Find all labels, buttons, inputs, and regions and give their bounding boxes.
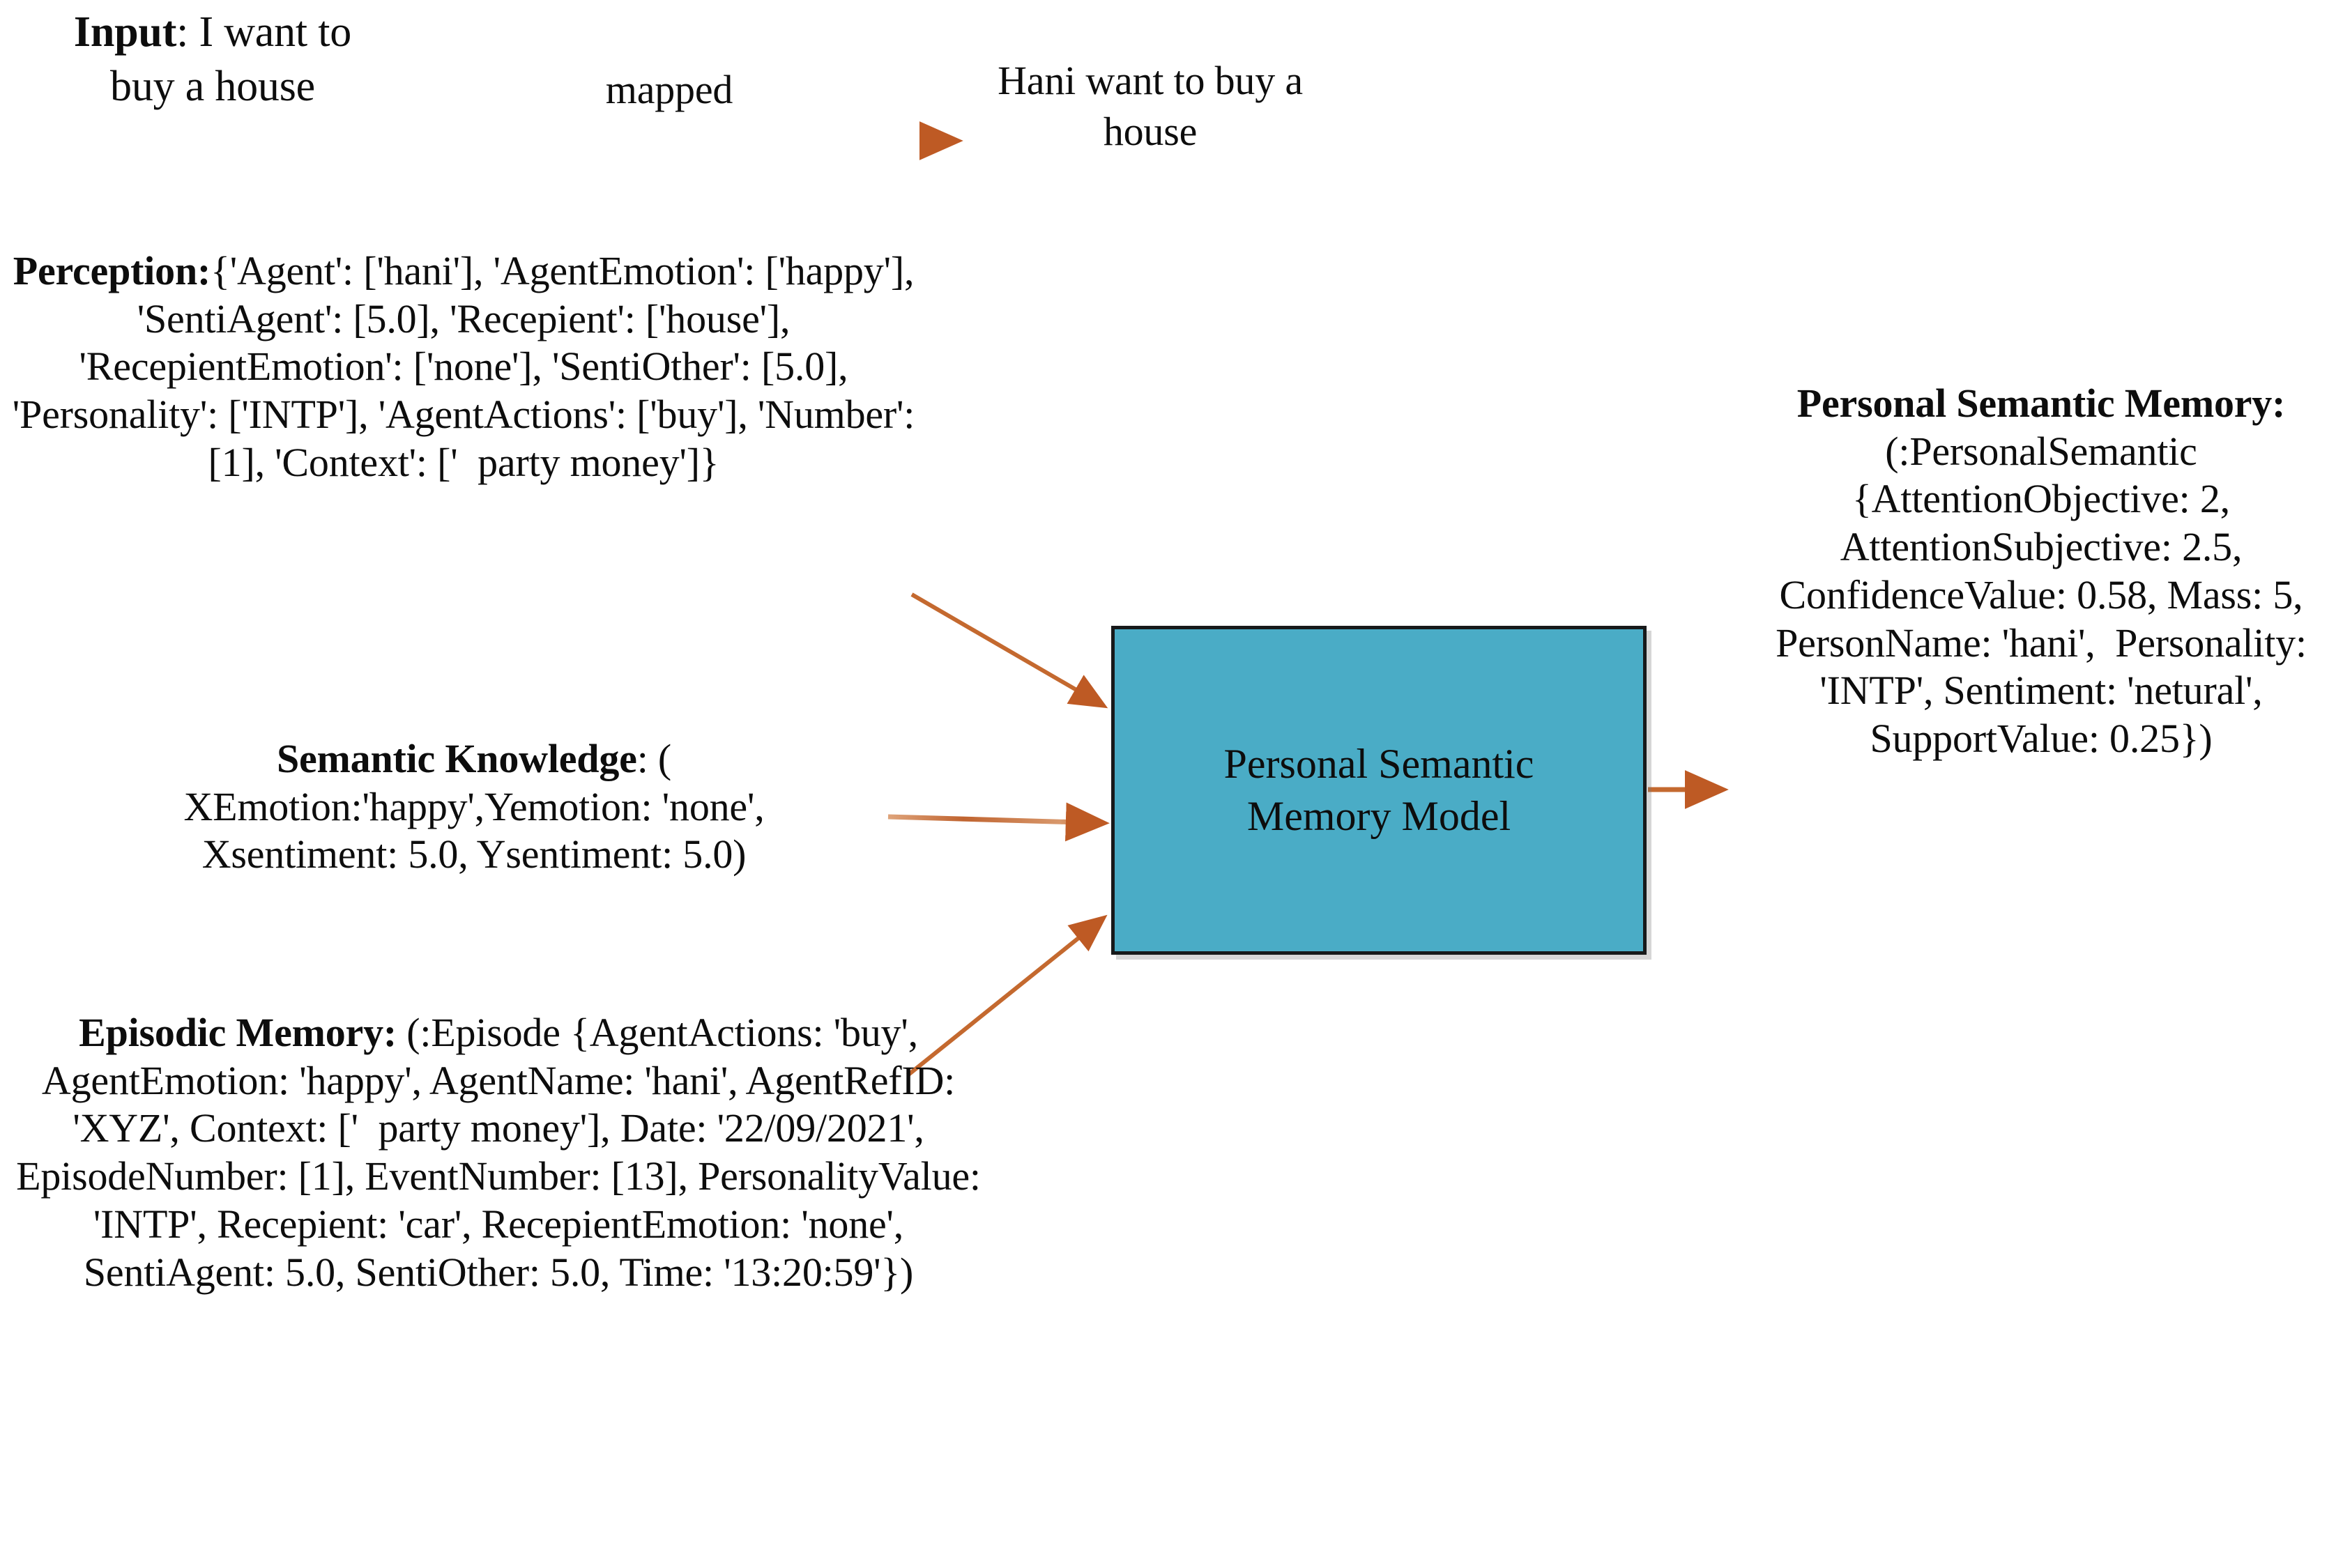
mapped-output-text: Hani want to buy a house	[998, 58, 1313, 154]
diagram-canvas: Input: I want to buy a house mapped Hani…	[0, 0, 2336, 1568]
section-heading: Perception:	[13, 248, 211, 293]
section-heading: Episodic Memory:	[79, 1010, 397, 1055]
semantic-knowledge-arrow	[887, 802, 1110, 842]
section-heading: Semantic Knowledge	[276, 736, 637, 781]
mapped-edge-label: mapped	[605, 67, 733, 112]
semantic-knowledge-block: Semantic Knowledge: ( XEmotion:'happy',Y…	[183, 736, 774, 877]
section-heading: Input	[73, 8, 177, 56]
personal-semantic-memory-output-block: Personal Semantic Memory: (:PersonalSema…	[1776, 381, 2317, 762]
perception-arrow	[910, 592, 1108, 709]
perception-block: Perception:{'Agent': ['hani'], 'AgentEmo…	[12, 248, 925, 485]
personal-semantic-memory-model-box[interactable]: Personal Semantic Memory Model	[1111, 626, 1647, 955]
episodic-memory-block: Episodic Memory: (:Episode {AgentActions…	[16, 1010, 991, 1295]
input-text: Input: I want to buy a house	[73, 8, 362, 110]
model-box-label: Personal Semantic Memory Model	[1223, 741, 1534, 839]
section-heading: Personal Semantic Memory:	[1796, 381, 2286, 426]
